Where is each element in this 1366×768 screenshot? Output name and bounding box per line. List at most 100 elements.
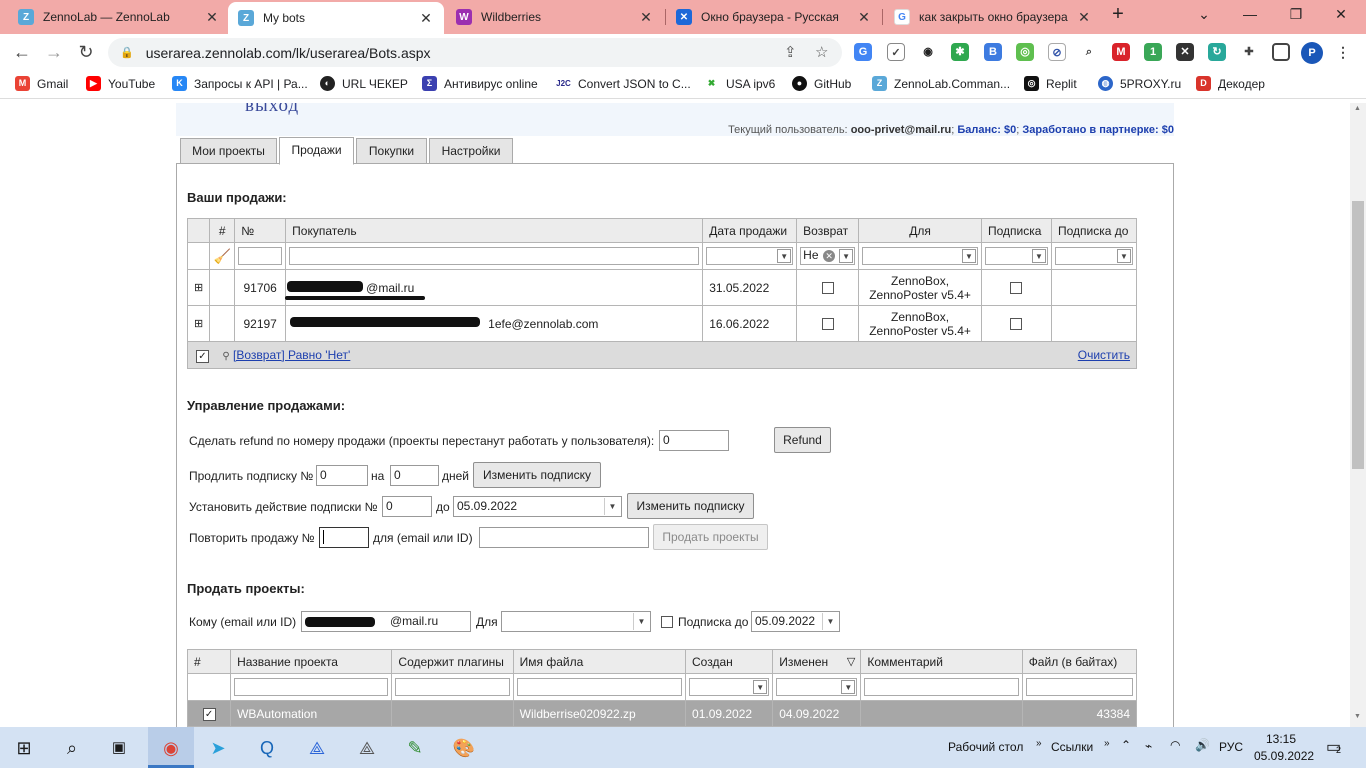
bookmark-zennolab-commands[interactable]: Z ZennoLab.Comman... — [872, 76, 1010, 91]
tab-settings[interactable]: Настройки — [429, 138, 513, 164]
expand-row-icon[interactable]: ⊞ — [186, 305, 211, 342]
extend-days-input[interactable]: 0 — [390, 465, 439, 486]
filter-refund-select[interactable]: Не ✕ ▼ — [800, 247, 856, 265]
side-panel-icon[interactable] — [1272, 43, 1290, 61]
volume-icon[interactable]: 🔊 — [1195, 738, 1210, 752]
network-icon[interactable]: ⌁ — [1145, 739, 1152, 753]
refund-button[interactable]: Refund — [774, 427, 831, 453]
refund-checkbox[interactable] — [821, 318, 834, 331]
filter-enabled-checkbox[interactable]: ✓ — [196, 349, 209, 363]
refund-checkbox[interactable] — [821, 282, 834, 295]
bookmark-antivirus[interactable]: Σ Антивирус online — [422, 76, 538, 91]
page-scrollbar[interactable]: ▲ ▼ — [1350, 103, 1366, 727]
scroll-up-arrow[interactable]: ▲ — [1354, 105, 1361, 112]
telegram-icon[interactable]: ➤ — [206, 736, 230, 760]
subscription-checkbox[interactable] — [1010, 318, 1023, 331]
project-select-checkbox[interactable]: ✓ — [202, 708, 216, 721]
subscription-checkbox[interactable] — [1010, 282, 1023, 295]
badge-extension-icon[interactable]: 1 — [1144, 43, 1162, 61]
filter-num-input[interactable] — [238, 247, 283, 265]
proxy-extension-icon[interactable]: ⊘ — [1048, 43, 1066, 61]
bookmark-decoder[interactable]: D Декодер — [1196, 76, 1265, 91]
tray-chevron-up-icon[interactable]: ⌃ — [1121, 738, 1131, 752]
bookmark-star-icon[interactable]: ☆ — [815, 43, 828, 61]
filter-modified-select[interactable]: ▼ — [776, 678, 858, 696]
tab-zennolab[interactable]: Z ZennoLab — ZennoLab ✕ — [8, 0, 230, 34]
subscription-until-checkbox[interactable] — [661, 616, 673, 628]
extensions-puzzle-icon[interactable]: ✚ — [1240, 43, 1258, 61]
col-refund[interactable]: Возврат — [796, 218, 860, 243]
extend-subscription-button[interactable]: Изменить подписку — [473, 462, 601, 488]
wifi-icon[interactable]: ◠ — [1170, 738, 1180, 752]
back-button[interactable]: ← — [11, 41, 33, 63]
tab-sales[interactable]: Продажи — [279, 137, 354, 165]
green-extension-icon[interactable]: ◎ — [1016, 43, 1034, 61]
filter-file-name-input[interactable] — [516, 678, 683, 696]
clock-date[interactable]: 05.09.2022 — [1254, 749, 1314, 763]
refund-number-input[interactable]: 0 — [659, 430, 729, 451]
forward-button[interactable]: → — [43, 41, 65, 63]
set-sub-date-select[interactable]: 05.09.2022 ▼ — [453, 496, 622, 517]
col-modified[interactable]: Изменен ▽ — [772, 649, 862, 674]
sell-projects-button-disabled[interactable]: Продать проекты — [653, 524, 768, 550]
puzzle-color-extension-icon[interactable]: ✱ — [951, 43, 969, 61]
bookmark-usa-ipv6[interactable]: ✖ USA ipv6 — [704, 76, 775, 91]
tab-wildberries[interactable]: W Wildberries ✕ — [446, 0, 664, 34]
close-icon[interactable]: ✕ — [204, 9, 220, 26]
col-project-name[interactable]: Название проекта — [230, 649, 393, 674]
tab-my-projects[interactable]: Мои проекты — [180, 138, 277, 164]
reload-button[interactable]: ↻ — [75, 41, 97, 63]
zennoposter-icon[interactable]: ⟁ — [305, 736, 329, 760]
search-icon[interactable]: ⌕ — [60, 736, 84, 760]
filter-created-select[interactable]: ▼ — [689, 678, 770, 696]
bookmark-github[interactable]: ● GitHub — [792, 76, 851, 91]
links-toolbar-label[interactable]: Ссылки — [1051, 740, 1093, 754]
filter-comment-input[interactable] — [864, 678, 1019, 696]
screenshot-extension-icon[interactable]: ⌕ — [1080, 43, 1098, 61]
set-sub-number-input[interactable]: 0 — [382, 496, 432, 517]
red-extension-icon[interactable]: M — [1112, 43, 1130, 61]
filter-project-name-input[interactable] — [234, 678, 389, 696]
filter-plugins-input[interactable] — [395, 678, 510, 696]
bookmark-youtube[interactable]: ▶ YouTube — [86, 76, 155, 91]
col-created[interactable]: Создан — [685, 649, 774, 674]
logout-link[interactable]: выход — [245, 103, 299, 117]
tab-my-bots[interactable]: Z My bots ✕ — [228, 2, 444, 34]
desktop-toolbar-label[interactable]: Рабочий стол — [948, 740, 1023, 754]
menu-kebab-icon[interactable]: ⋮ — [1334, 43, 1352, 61]
clear-filter-link[interactable]: Очистить — [1078, 348, 1130, 362]
app-q-icon[interactable]: Q — [255, 736, 279, 760]
tab-search-button[interactable]: ⌄ — [1194, 6, 1214, 23]
clock-time[interactable]: 13:15 — [1266, 732, 1296, 746]
x-extension-icon[interactable]: ✕ — [1176, 43, 1194, 61]
extend-sub-number-input[interactable]: 0 — [316, 465, 368, 486]
paint-icon[interactable]: 🎨 — [452, 736, 476, 760]
close-icon[interactable]: ✕ — [638, 9, 654, 26]
notepad-icon[interactable]: ✎ — [403, 736, 427, 760]
clear-filter-broom-icon[interactable]: 🧹 — [209, 242, 236, 270]
bookmark-vk-api[interactable]: K Запросы к API | Ра... — [172, 76, 308, 91]
new-tab-button[interactable]: + — [1108, 3, 1128, 26]
col-for[interactable]: Для — [858, 218, 983, 243]
filter-subscription-select[interactable]: ▼ — [985, 247, 1048, 265]
filter-sub-until-select[interactable]: ▼ — [1054, 247, 1133, 265]
subscription-until-date-select[interactable]: 05.09.2022 ▼ — [751, 611, 840, 632]
col-plugins[interactable]: Содержит плагины — [391, 649, 514, 674]
bookmark-gmail[interactable]: M Gmail — [15, 76, 68, 91]
bookmark-replit[interactable]: ◎ Replit — [1024, 76, 1077, 91]
filter-size-input[interactable] — [1025, 678, 1133, 696]
minimize-button[interactable]: — — [1240, 6, 1260, 22]
col-subscription[interactable]: Подписка — [981, 218, 1052, 243]
col-hash[interactable]: # — [209, 218, 236, 243]
col-num[interactable]: № — [234, 218, 287, 243]
filter-for-select[interactable]: ▼ — [862, 247, 979, 265]
bookmark-5proxy[interactable]: ◍ 5PROXY.ru — [1098, 76, 1181, 91]
teal-extension-icon[interactable]: ↻ — [1208, 43, 1226, 61]
scrollbar-thumb[interactable] — [1352, 201, 1364, 469]
table-row[interactable]: ✓ WBAutomation Wildberrise020922.zp 01.0… — [186, 700, 1138, 727]
tab-google-search[interactable]: G как закрыть окно браузера ✕ — [884, 0, 1102, 34]
close-window-button[interactable]: ✕ — [1331, 6, 1351, 23]
shield-extension-icon[interactable]: ✓ — [887, 43, 905, 61]
filter-buyer-input[interactable] — [289, 247, 700, 265]
tab-browser-window[interactable]: ✕ Окно браузера - Русская ✕ — [666, 0, 882, 34]
